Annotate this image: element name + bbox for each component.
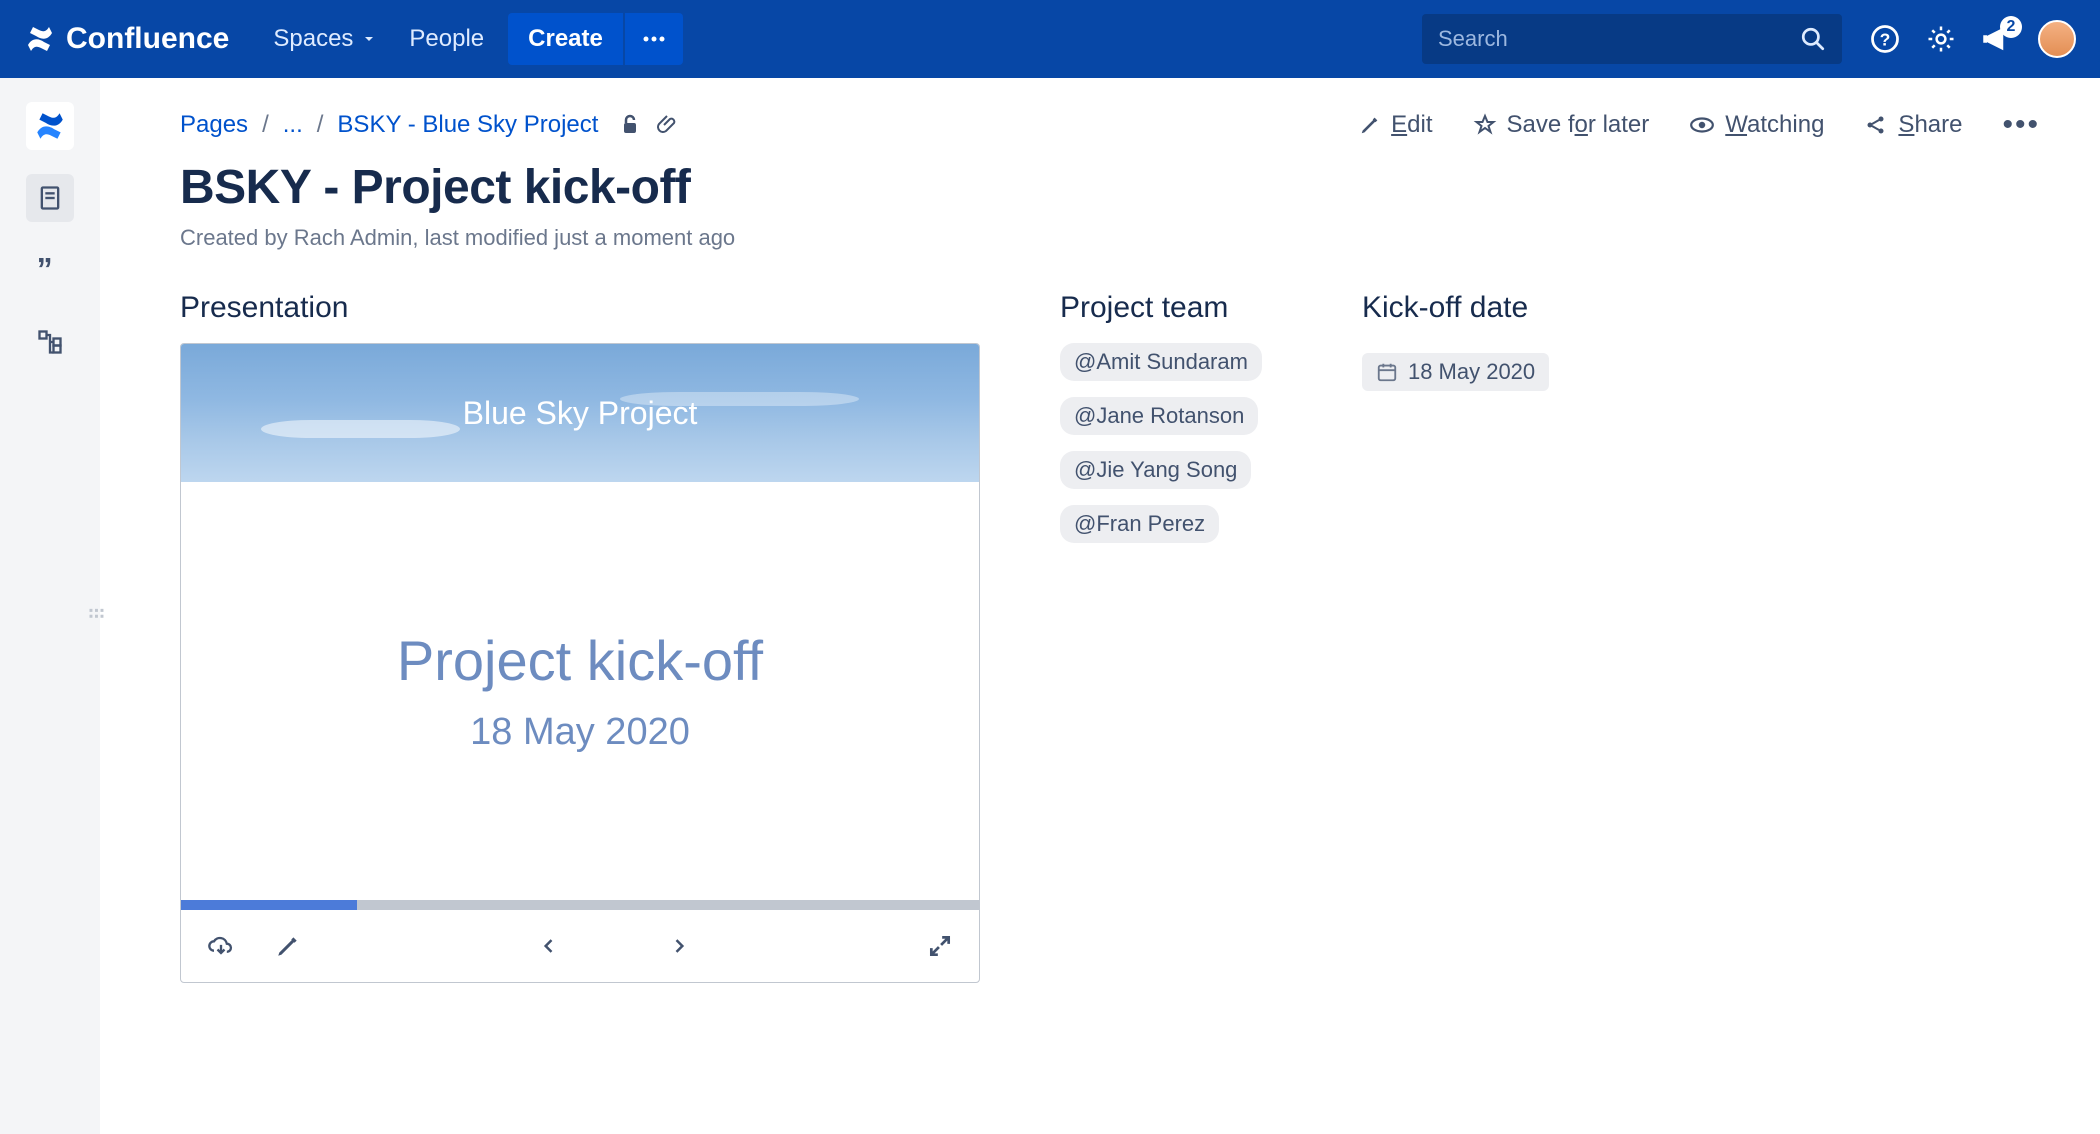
page-more-button[interactable]: ••• [2002, 108, 2040, 142]
cloud-download-icon [207, 932, 235, 960]
page-byline: Created by Rach Admin, last modified jus… [180, 225, 2040, 251]
breadcrumb-separator: / [262, 111, 269, 139]
share-icon [1864, 113, 1888, 137]
help-button[interactable]: ? [1870, 24, 1900, 54]
watching-button[interactable]: Watching [1689, 111, 1824, 139]
sidebar-blog[interactable]: ” [26, 246, 74, 294]
section-presentation-heading: Presentation [180, 291, 980, 325]
page-icon [36, 184, 64, 212]
svg-text:?: ? [1880, 29, 1891, 49]
create-button[interactable]: Create [508, 13, 623, 65]
top-nav: Confluence Spaces People Create ? 2 [0, 0, 2100, 78]
section-kickoff-heading: Kick-off date [1362, 291, 1549, 325]
pencil-icon [1359, 114, 1381, 136]
breadcrumb-parent[interactable]: BSKY - Blue Sky Project [337, 111, 598, 139]
search-box[interactable] [1422, 14, 1842, 64]
fullscreen-button[interactable] [927, 933, 953, 959]
edit-button[interactable]: Edit [1359, 111, 1432, 139]
eye-icon [1689, 112, 1715, 138]
presentation-viewer: Blue Sky Project Project kick-off 18 May… [180, 343, 980, 983]
help-icon: ? [1870, 24, 1900, 54]
presentation-heading: Project kick-off [397, 628, 763, 693]
share-button[interactable]: Share [1864, 111, 1962, 139]
prev-slide-button[interactable] [539, 936, 559, 956]
confluence-logo[interactable]: Confluence [24, 22, 229, 56]
sidebar-resize-handle[interactable]: ⠿ [82, 606, 106, 617]
user-mention[interactable]: @Jane Rotanson [1060, 397, 1258, 435]
user-mention[interactable]: @Amit Sundaram [1060, 343, 1262, 381]
chevron-right-icon [669, 936, 689, 956]
page-title: BSKY - Project kick-off [180, 160, 2040, 215]
project-team-section: Project team @Amit Sundaram @Jane Rotans… [1060, 291, 1262, 983]
confluence-icon [24, 23, 56, 55]
spaces-label: Spaces [273, 25, 353, 53]
attachments-icon[interactable] [656, 113, 680, 137]
notification-badge: 2 [2000, 16, 2022, 38]
search-icon [1800, 26, 1826, 52]
user-mention[interactable]: @Jie Yang Song [1060, 451, 1251, 489]
presentation-slide: Project kick-off 18 May 2020 [181, 482, 979, 900]
presentation-date: 18 May 2020 [470, 711, 690, 754]
download-button[interactable] [207, 932, 235, 960]
star-icon [1473, 113, 1497, 137]
notifications-button[interactable]: 2 [1982, 24, 2012, 54]
chevron-left-icon [539, 936, 559, 956]
section-team-heading: Project team [1060, 291, 1262, 325]
breadcrumb-pages[interactable]: Pages [180, 111, 248, 139]
ellipsis-icon [643, 36, 665, 42]
confluence-mark-icon [33, 109, 67, 143]
restrictions-icon[interactable] [618, 113, 642, 137]
presentation-banner: Blue Sky Project [181, 344, 979, 482]
tree-icon [36, 328, 64, 356]
app-switcher[interactable] [26, 102, 74, 150]
breadcrumb-separator: / [317, 111, 324, 139]
create-more-button[interactable] [625, 13, 683, 65]
people-label: People [409, 25, 484, 53]
save-for-later-button[interactable]: Save for later [1473, 111, 1650, 139]
sidebar-tree[interactable] [26, 318, 74, 366]
left-sidebar: ” ⠿ [0, 78, 100, 1134]
date-chip[interactable]: 18 May 2020 [1362, 353, 1549, 391]
calendar-icon [1376, 361, 1398, 383]
people-link[interactable]: People [393, 15, 500, 63]
presentation-progress[interactable] [181, 900, 979, 910]
user-mention[interactable]: @Fran Perez [1060, 505, 1219, 543]
user-avatar[interactable] [2038, 20, 2076, 58]
presentation-toolbar [181, 910, 979, 982]
kickoff-date-section: Kick-off date 18 May 2020 [1362, 291, 1549, 983]
breadcrumb-ellipsis[interactable]: ... [283, 111, 303, 139]
spaces-menu[interactable]: Spaces [257, 15, 393, 63]
search-input[interactable] [1438, 26, 1800, 52]
kickoff-date-text: 18 May 2020 [1408, 359, 1535, 385]
svg-text:”: ” [37, 254, 53, 286]
next-slide-button[interactable] [669, 936, 689, 956]
expand-icon [927, 933, 953, 959]
brand-text: Confluence [66, 22, 229, 56]
pencil-icon [275, 933, 301, 959]
gear-icon [1926, 24, 1956, 54]
quote-icon: ” [34, 254, 66, 286]
sidebar-pages[interactable] [26, 174, 74, 222]
edit-presentation-button[interactable] [275, 933, 301, 959]
presentation-banner-text: Blue Sky Project [463, 395, 698, 432]
settings-button[interactable] [1926, 24, 1956, 54]
chevron-down-icon [361, 31, 377, 47]
